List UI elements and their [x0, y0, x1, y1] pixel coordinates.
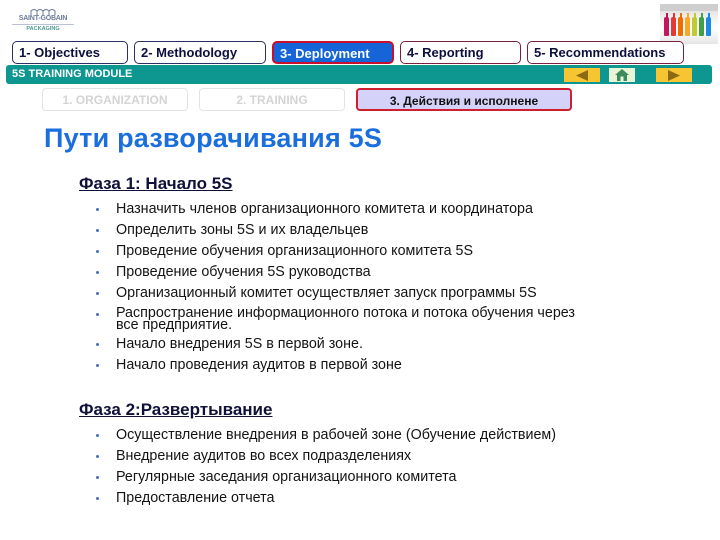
- list-item: Организационный комитет осуществляет зап…: [96, 286, 596, 301]
- tab-objectives-label: 1- Objectives: [19, 45, 100, 60]
- list-item-text: Предоставление отчета: [116, 490, 275, 506]
- logo-sub: PACKAGING: [26, 26, 60, 32]
- bullet-icon: [96, 497, 99, 500]
- bottles-icon: [660, 4, 718, 44]
- list-item: Регулярные заседания организационного ко…: [96, 470, 556, 485]
- list-item-text: Назначить членов организационного комите…: [116, 201, 533, 217]
- bullet-icon: [96, 229, 99, 232]
- bottle-icon: [678, 13, 683, 36]
- tab-methodology-label: 2- Methodology: [141, 45, 238, 60]
- bullet-icon: [96, 476, 99, 479]
- next-button[interactable]: [656, 68, 692, 82]
- subtab-organization-label: 1. ORGANIZATION: [62, 93, 168, 107]
- list-item: Проведение обучения организационного ком…: [96, 244, 596, 259]
- list-item: Определить зоны 5S и их владельцев: [96, 223, 596, 238]
- logo-divider: [12, 24, 74, 25]
- list-item: Предоставление отчета: [96, 491, 556, 506]
- tab-reporting-label: 4- Reporting: [407, 45, 484, 60]
- list-item: Проведение обучения 5S руководства: [96, 265, 596, 280]
- bullet-icon: [96, 208, 99, 211]
- tab-recommendations-label: 5- Recommendations: [534, 45, 666, 60]
- subtab-training[interactable]: 2. TRAINING: [199, 88, 345, 111]
- list-item-text: Проведение обучения 5S руководства: [116, 264, 371, 280]
- list-item: Осуществление внедрения в рабочей зоне (…: [96, 428, 556, 443]
- list-item: Распространение информационного потока и…: [96, 305, 596, 333]
- list-item-text: Распространение информационного потока и…: [116, 305, 575, 333]
- tab-methodology[interactable]: 2- Methodology: [134, 41, 266, 64]
- bottles-banner: [660, 4, 718, 11]
- saint-gobain-logo: SAINT-GOBAIN PACKAGING: [10, 8, 76, 36]
- list-item-text: Проведение обучения организационного ком…: [116, 243, 473, 259]
- list-item-text: Осуществление внедрения в рабочей зоне (…: [116, 427, 557, 443]
- home-icon: [615, 69, 629, 81]
- list-item-text: Начало проведения аудитов в первой зоне: [116, 357, 402, 373]
- bullet-icon: [96, 292, 99, 295]
- bullet-icon: [96, 313, 99, 316]
- triangle-right-icon: [668, 69, 680, 81]
- tab-deployment-label: 3- Deployment: [280, 46, 370, 61]
- bullet-icon: [96, 271, 99, 274]
- bullet-icon: [96, 343, 99, 346]
- list-item: Начало проведения аудитов в первой зоне: [96, 358, 596, 373]
- subtab-organization[interactable]: 1. ORGANIZATION: [42, 88, 188, 111]
- tab-reporting[interactable]: 4- Reporting: [400, 41, 521, 64]
- bottle-icon: [685, 13, 690, 36]
- bullet-icon: [96, 364, 99, 367]
- bottle-icon: [671, 13, 676, 36]
- list-item: Начало внедрения 5S в первой зоне.: [96, 337, 596, 352]
- list-item-text: Начало внедрения 5S в первой зоне.: [116, 336, 363, 352]
- list-item-text: Регулярные заседания организационного ко…: [116, 469, 457, 485]
- tab-objectives[interactable]: 1- Objectives: [12, 41, 128, 64]
- logo-arches-icon: [30, 9, 56, 15]
- bottle-row: [664, 13, 711, 36]
- page-title: Пути разворачивания 5S: [44, 123, 383, 153]
- logo-brand: SAINT-GOBAIN: [18, 15, 68, 22]
- list-item-text: Организационный комитет осуществляет зап…: [116, 285, 537, 301]
- prev-button[interactable]: [564, 68, 600, 82]
- bottle-icon: [699, 13, 704, 36]
- phase-2-list: Осуществление внедрения в рабочей зоне (…: [96, 428, 556, 506]
- list-item: Внедрение аудитов во всех подразделениях: [96, 449, 556, 464]
- home-button[interactable]: [609, 68, 635, 82]
- subtab-actions[interactable]: 3. Действия и исполнене: [356, 88, 572, 111]
- subtab-actions-label: 3. Действия и исполнене: [389, 94, 539, 108]
- list-item-text: Определить зоны 5S и их владельцев: [116, 222, 369, 238]
- phase-1-title: Фаза 1: Начало 5S: [79, 174, 233, 193]
- module-bar: 5S TRAINING MODULE: [6, 65, 712, 84]
- bullet-icon: [96, 250, 99, 253]
- module-title: 5S TRAINING MODULE: [12, 68, 133, 80]
- bullet-icon: [96, 434, 99, 437]
- bullet-icon: [96, 455, 99, 458]
- subtab-training-label: 2. TRAINING: [236, 93, 308, 107]
- triangle-left-icon: [576, 69, 588, 81]
- bottle-icon: [664, 13, 669, 36]
- bottle-icon: [692, 13, 697, 36]
- list-item-text: Внедрение аудитов во всех подразделениях: [116, 448, 412, 464]
- bottle-icon: [706, 13, 711, 36]
- phase-2-title: Фаза 2:Развертывание: [79, 400, 273, 419]
- phase-1-list: Назначить членов организационного комите…: [96, 202, 596, 373]
- list-item: Назначить членов организационного комите…: [96, 202, 596, 217]
- tab-deployment[interactable]: 3- Deployment: [272, 41, 394, 64]
- tab-recommendations[interactable]: 5- Recommendations: [527, 41, 684, 64]
